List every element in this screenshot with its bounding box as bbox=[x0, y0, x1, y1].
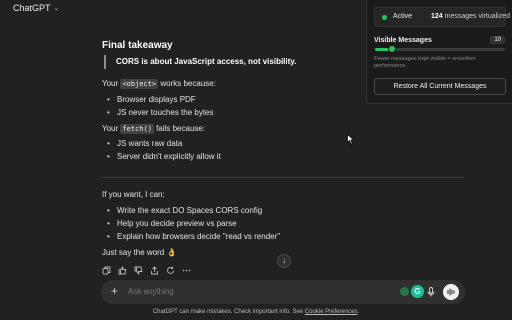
disclaimer: ChatGPT can make mistakes. Check importa… bbox=[152, 309, 360, 315]
inline-code: <object> bbox=[120, 79, 159, 89]
restore-all-messages-button[interactable]: Restore All Current Messages bbox=[374, 78, 506, 95]
list-item: Explain how browsers decide "read vs ren… bbox=[107, 232, 280, 241]
divider bbox=[102, 177, 464, 178]
closing-line: Just say the word 👌 bbox=[102, 248, 177, 257]
message-input[interactable] bbox=[128, 287, 388, 296]
virtualizer-extension-panel: Active 124 messages virtualized Visible … bbox=[366, 0, 512, 104]
thumbs-down-icon[interactable] bbox=[134, 266, 143, 275]
status-label: Active bbox=[393, 13, 413, 20]
offer-intro: If you want, I can: bbox=[102, 190, 165, 199]
more-icon[interactable] bbox=[182, 266, 191, 275]
share-icon[interactable] bbox=[150, 266, 159, 275]
status-box: Active 124 messages virtualized bbox=[374, 7, 510, 27]
plus-icon[interactable]: + bbox=[111, 284, 118, 298]
performance-hint: Fewer messages kept visible = smoother p… bbox=[374, 56, 476, 69]
microphone-icon[interactable] bbox=[427, 287, 435, 297]
message-actions bbox=[102, 266, 191, 275]
regenerate-icon[interactable] bbox=[166, 266, 175, 275]
paragraph-fetch: Your fetch() fails because: bbox=[102, 124, 206, 134]
copy-icon[interactable] bbox=[102, 266, 111, 275]
list-item: JS never touches the bytes bbox=[107, 108, 213, 117]
blockquote: CORS is about JavaScript access, not vis… bbox=[104, 55, 296, 69]
voice-mode-icon[interactable] bbox=[443, 284, 459, 300]
list-item: Browser displays PDF bbox=[107, 95, 196, 104]
list-item: Write the exact DO Spaces CORS config bbox=[107, 206, 262, 215]
status-dot-icon bbox=[382, 15, 387, 20]
chevron-down-icon: ⌄ bbox=[53, 5, 60, 12]
section-heading: Final takeaway bbox=[102, 40, 173, 51]
list-item: JS wants raw data bbox=[107, 139, 182, 148]
thumbs-up-icon[interactable] bbox=[118, 266, 127, 275]
mouse-cursor-icon bbox=[347, 134, 355, 145]
list-item: Server didn't explicitly allow it bbox=[107, 152, 221, 161]
inline-code: fetch() bbox=[120, 124, 154, 134]
composer: + G bbox=[101, 280, 465, 304]
virtualized-count: 124 messages virtualized bbox=[431, 13, 511, 20]
extension-badge-icon[interactable] bbox=[400, 287, 409, 296]
visible-messages-value: 10 bbox=[490, 36, 505, 44]
slider-thumb[interactable] bbox=[387, 45, 396, 53]
visible-messages-label: Visible Messages bbox=[374, 37, 432, 44]
visible-messages-slider[interactable] bbox=[375, 45, 505, 53]
model-selector[interactable]: ChatGPT ⌄ bbox=[13, 3, 59, 13]
scroll-to-bottom-button[interactable]: ↓ bbox=[277, 254, 291, 268]
model-name: ChatGPT bbox=[13, 3, 51, 13]
grammarly-icon[interactable]: G bbox=[411, 285, 424, 298]
list-item: Help you decide preview vs parse bbox=[107, 219, 237, 228]
cookie-preferences-link[interactable]: Cookie Preferences bbox=[305, 309, 358, 315]
paragraph-object: Your <object> works because: bbox=[102, 79, 216, 89]
